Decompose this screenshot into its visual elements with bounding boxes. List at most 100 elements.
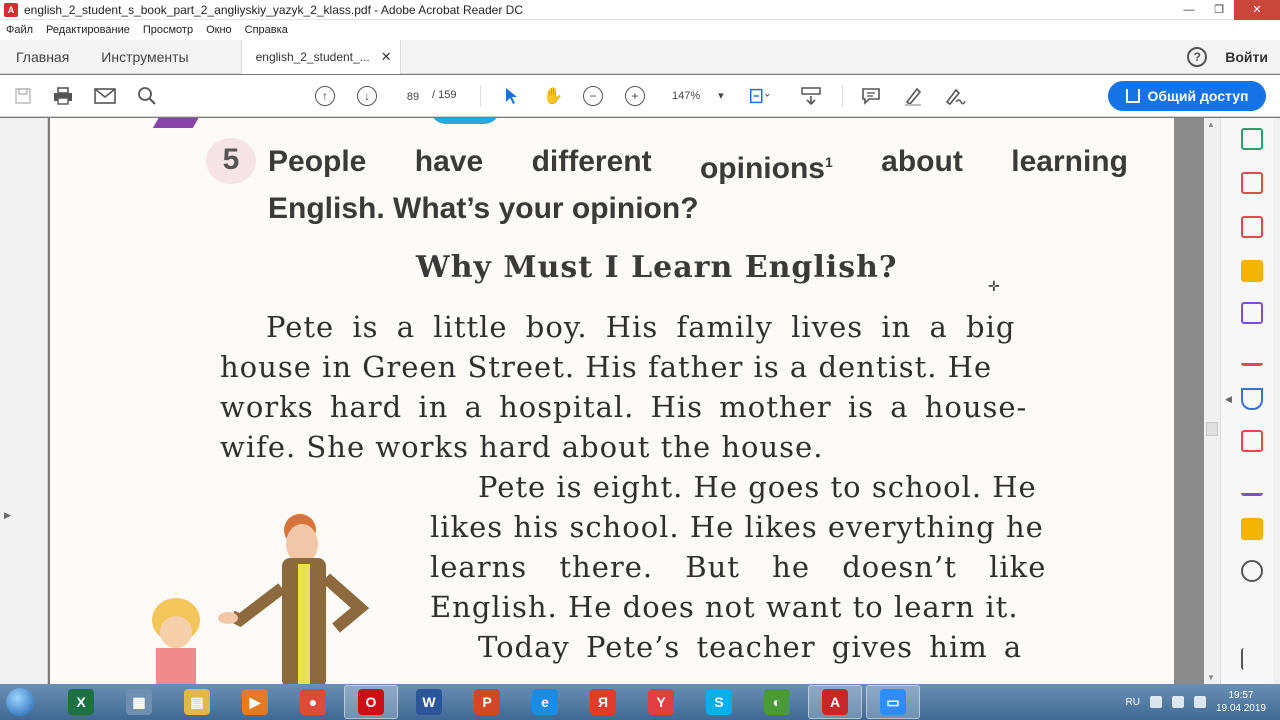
footnote-marker: 1	[824, 154, 833, 170]
system-tray: RU 19:57 19.04.2019	[1125, 689, 1280, 715]
print-icon[interactable]	[52, 85, 74, 107]
comment-tool-icon[interactable]	[1241, 260, 1263, 282]
text-line: Pete is eight. He goes to school. He	[478, 470, 1037, 504]
taskbar-app-media-player[interactable]: ▶	[228, 685, 282, 719]
pdf-page: 5 People have different opinions1 about …	[50, 118, 1174, 684]
hand-tool-icon[interactable]: ✋	[542, 85, 564, 107]
text-line: Today Pete’s teacher gives him a	[478, 630, 1023, 664]
prev-page-icon[interactable]: ↑	[314, 85, 336, 107]
next-page-icon[interactable]: ↓	[356, 85, 378, 107]
clock-date: 19.04.2019	[1215, 703, 1266, 714]
taskbar-app-yandex-browser[interactable]: Y	[634, 685, 688, 719]
search-icon[interactable]	[136, 85, 158, 107]
scroll-down-icon[interactable]: ▼	[1207, 673, 1215, 682]
more-tools-icon[interactable]	[1241, 560, 1263, 582]
expand-left-panel-icon[interactable]: ▶	[4, 510, 11, 521]
taskbar-app-explorer[interactable]: ▤	[170, 685, 224, 719]
tab-document[interactable]: english_2_student_... ✕	[240, 39, 401, 74]
page-decoration	[152, 118, 204, 128]
zoom-in-icon[interactable]: +	[624, 85, 646, 107]
taskbar-app-skype[interactable]: S	[692, 685, 746, 719]
clock[interactable]: 19:57 19.04.2019	[1216, 689, 1266, 715]
heading-line-2: English. What’s your opinion?	[268, 192, 699, 225]
windows-taskbar: X ▦ ▤ ▶ ● O W Pe Я Y S ◐ A ▭ RU 19:57 19.04.2019	[0, 684, 1280, 720]
vertical-scrollbar[interactable]: ▲ ▼	[1204, 118, 1220, 684]
highlight-pen-icon[interactable]	[902, 85, 924, 107]
acrobat-icon: A	[822, 689, 848, 715]
page-number-input[interactable]: 89	[396, 85, 430, 107]
left-nav-panel: ▶	[0, 118, 48, 684]
network-icon[interactable]	[1171, 696, 1184, 708]
exit-panel-icon[interactable]	[1241, 648, 1263, 670]
taskbar-app-powerpoint[interactable]: P	[460, 685, 514, 719]
maps-icon: ◐	[764, 689, 790, 715]
zoom-select[interactable]: 147% ▾	[662, 85, 728, 107]
protect-icon[interactable]	[1241, 388, 1263, 410]
combine-files-icon[interactable]	[1241, 302, 1263, 324]
taskbar-app-word[interactable]: W	[402, 685, 456, 719]
right-panel-scrollbar[interactable]	[1273, 118, 1280, 684]
zoom-value: 147%	[672, 90, 701, 102]
close-tab-icon[interactable]: ✕	[381, 49, 392, 65]
language-indicator[interactable]: RU	[1125, 697, 1139, 708]
toolbar-divider	[480, 85, 481, 107]
heading-word: opinions	[699, 152, 825, 185]
scroll-mode-icon[interactable]	[800, 85, 822, 107]
start-button[interactable]	[0, 684, 40, 720]
close-button[interactable]: ✕	[1234, 0, 1280, 20]
maximize-button[interactable]: ❐	[1204, 0, 1234, 20]
menu-file[interactable]: Файл	[6, 24, 33, 36]
taskbar-app-excel[interactable]: X	[54, 685, 108, 719]
illustration-teacher-and-boy	[152, 514, 370, 684]
taskbar-app-zoom[interactable]: ▭	[866, 685, 920, 719]
collapse-panel-icon[interactable]: ◀	[1225, 394, 1232, 405]
internet-explorer-icon: e	[532, 689, 558, 715]
flag-icon[interactable]	[1149, 696, 1162, 708]
save-icon[interactable]	[12, 85, 34, 107]
tab-tools[interactable]: Инструменты	[85, 40, 204, 74]
volume-icon[interactable]	[1193, 696, 1206, 708]
sign-icon[interactable]	[944, 85, 966, 107]
text-line: learns there. But he doesn’t like	[430, 550, 1047, 584]
taskbar-app-opera[interactable]: O	[344, 685, 398, 719]
send-comments-icon[interactable]	[1241, 518, 1263, 540]
chevron-down-icon: ▾	[718, 90, 724, 102]
calculator-icon: ▦	[126, 689, 152, 715]
taskbar-app-chrome[interactable]: ●	[286, 685, 340, 719]
taskbar-app-internet-explorer[interactable]: e	[518, 685, 572, 719]
select-cursor-icon[interactable]	[500, 85, 522, 107]
export-pdf-icon[interactable]	[1241, 128, 1263, 150]
comment-icon[interactable]	[860, 85, 882, 107]
move-cursor-icon: ✛	[988, 278, 1000, 294]
taskbar-app-yandex[interactable]: Я	[576, 685, 630, 719]
scrollbar-thumb[interactable]	[1206, 422, 1218, 436]
taskbar-app-maps[interactable]: ◐	[750, 685, 804, 719]
menu-window[interactable]: Окно	[206, 24, 232, 36]
story-title: Why Must I Learn English?	[416, 250, 898, 285]
zoom-out-icon[interactable]: −	[582, 85, 604, 107]
fit-page-icon[interactable]	[748, 85, 770, 107]
clock-time: 19:57	[1228, 690, 1254, 701]
minimize-button[interactable]: —	[1174, 0, 1204, 20]
share-button[interactable]: Общий доступ	[1108, 81, 1266, 111]
text-line: works hard in a hospital. His mother is …	[220, 390, 1028, 424]
menu-edit[interactable]: Редактирование	[46, 24, 130, 36]
fill-sign-icon[interactable]	[1241, 344, 1263, 366]
share-button-label: Общий доступ	[1147, 88, 1249, 104]
menu-view[interactable]: Просмотр	[143, 24, 193, 36]
email-icon[interactable]	[94, 85, 116, 107]
text-line: likes his school. He likes everything he	[430, 510, 1044, 544]
taskbar-app-acrobat[interactable]: A	[808, 685, 862, 719]
organize-pages-icon[interactable]	[1241, 430, 1263, 452]
edit-pdf-icon[interactable]	[1241, 216, 1263, 238]
help-icon[interactable]: ?	[1187, 46, 1208, 67]
signin-button[interactable]: Войти	[1225, 49, 1268, 65]
heading-word-footnoted: opinions1	[700, 142, 833, 189]
menu-help[interactable]: Справка	[245, 24, 288, 36]
heading-word: different	[531, 145, 652, 178]
send-for-signature-icon[interactable]	[1241, 474, 1263, 496]
taskbar-app-calculator[interactable]: ▦	[112, 685, 166, 719]
create-pdf-icon[interactable]	[1241, 172, 1263, 194]
scroll-up-icon[interactable]: ▲	[1207, 120, 1215, 129]
tab-home[interactable]: Главная	[0, 40, 85, 74]
